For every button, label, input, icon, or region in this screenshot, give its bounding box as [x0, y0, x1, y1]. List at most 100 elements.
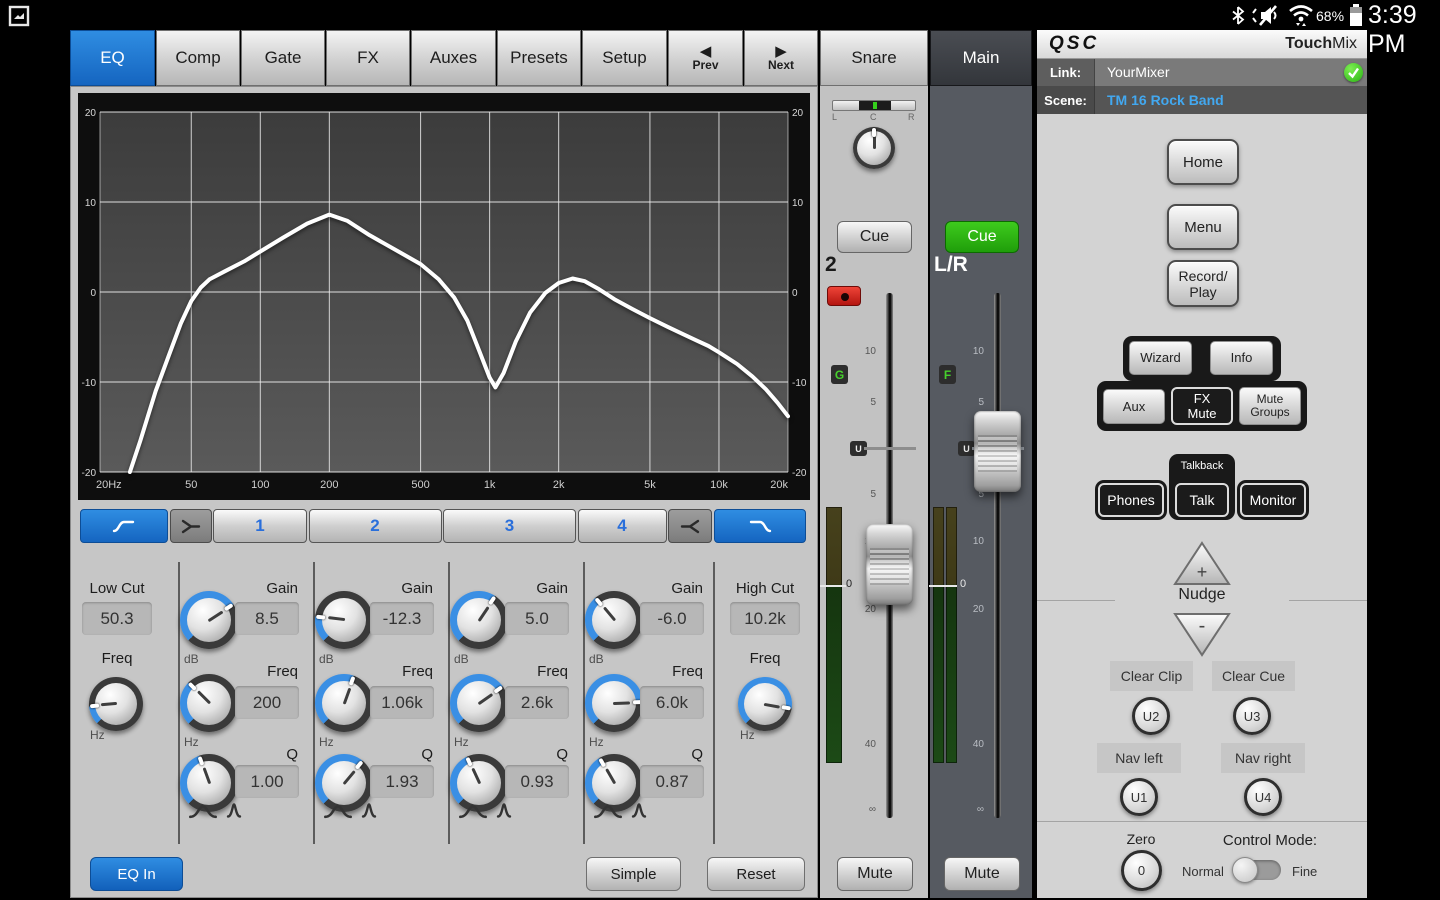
- clear-clip-button[interactable]: Clear Clip: [1110, 661, 1193, 691]
- band-select-low-cut[interactable]: [80, 509, 168, 543]
- band-1-gain-value[interactable]: 8.5: [235, 602, 299, 635]
- band-2-gain-knob[interactable]: [315, 591, 373, 649]
- tab-next[interactable]: ▶Next: [744, 30, 818, 86]
- low-cut-freq-knob[interactable]: [89, 677, 143, 731]
- band-3-freq-value[interactable]: 2.6k: [505, 686, 569, 719]
- user-button-u3[interactable]: U3: [1233, 697, 1271, 735]
- main-meter-left: [933, 507, 944, 763]
- control-mode-toggle[interactable]: [1235, 860, 1281, 880]
- svg-text:500: 500: [411, 479, 429, 491]
- tab-main[interactable]: Main: [930, 30, 1032, 86]
- user-button-u4[interactable]: U4: [1244, 778, 1282, 816]
- main-fader-track[interactable]: [994, 293, 1001, 818]
- wizard-button[interactable]: Wizard: [1129, 341, 1192, 375]
- band-3-q-value[interactable]: 0.93: [505, 765, 569, 798]
- info-button[interactable]: Info: [1210, 341, 1273, 375]
- user-button-u1[interactable]: U1: [1120, 778, 1158, 816]
- knob-label: Hz: [90, 728, 105, 742]
- zero-button[interactable]: 0: [1121, 850, 1162, 891]
- band-1-freq-knob[interactable]: [180, 674, 238, 732]
- tab-label: Auxes: [430, 48, 477, 68]
- main-cue-button[interactable]: Cue: [945, 221, 1019, 253]
- band-4-q-value[interactable]: 0.87: [640, 765, 704, 798]
- simple-label: Simple: [611, 866, 657, 883]
- aux-button[interactable]: Aux: [1103, 389, 1165, 424]
- band-2-q-value[interactable]: 1.93: [370, 765, 434, 798]
- band-select-high-shelf[interactable]: [668, 509, 712, 543]
- phones-button[interactable]: Phones: [1098, 483, 1164, 517]
- nav-left-button[interactable]: Nav left: [1097, 743, 1181, 773]
- bell-narrow-icon: [361, 802, 377, 820]
- eq-in-label: EQ In: [117, 866, 155, 883]
- monitor-label: Monitor: [1250, 493, 1297, 508]
- touchmix-app: 68% 3:39 PM EQCompGateFXAuxesPresetsSetu…: [0, 0, 1440, 900]
- clear-cue-button[interactable]: Clear Cue: [1212, 661, 1295, 691]
- band-2-gain-value[interactable]: -12.3: [370, 602, 434, 635]
- knob-label: Q: [252, 746, 298, 763]
- band-3-freq-knob[interactable]: [450, 674, 508, 732]
- band-select-high-cut[interactable]: [714, 509, 806, 543]
- channel-cue-button[interactable]: Cue: [837, 221, 912, 253]
- main-scale-label: 10: [958, 346, 984, 357]
- band-1-gain-knob[interactable]: [180, 591, 238, 649]
- band-3-gain-value[interactable]: 5.0: [505, 602, 569, 635]
- record-arm-button[interactable]: [827, 286, 861, 306]
- user-button-u2[interactable]: U2: [1132, 697, 1170, 735]
- record-play-button[interactable]: Record/Play: [1167, 260, 1239, 307]
- band-select-band-4[interactable]: 4: [578, 509, 667, 543]
- channel-scale-label: 5: [850, 489, 876, 500]
- bell-narrow-icon: [226, 802, 242, 820]
- knob-label: Hz: [454, 735, 469, 749]
- tab-prev[interactable]: ◀Prev: [668, 30, 743, 86]
- pan-knob[interactable]: [853, 127, 895, 169]
- main-mute-button[interactable]: Mute: [944, 857, 1020, 891]
- band-4-freq-value[interactable]: 6.0k: [640, 686, 704, 719]
- reset-button[interactable]: Reset: [707, 857, 805, 891]
- band-1-q-value[interactable]: 1.00: [235, 765, 299, 798]
- tab-gate[interactable]: Gate: [241, 30, 325, 86]
- talk-button[interactable]: Talk: [1175, 483, 1229, 517]
- band-4-gain-value[interactable]: -6.0: [640, 602, 704, 635]
- band-select-band-3[interactable]: 3: [443, 509, 576, 543]
- nudge-up-button[interactable]: +: [1172, 540, 1232, 588]
- nudge-down-button[interactable]: -: [1172, 610, 1232, 658]
- band-1-freq-value[interactable]: 200: [235, 686, 299, 719]
- channel-meter-zero-tick: [820, 585, 846, 587]
- mute-groups-button[interactable]: MuteGroups: [1239, 387, 1301, 425]
- simple-button[interactable]: Simple: [586, 857, 681, 891]
- low-cut-freq-value[interactable]: 50.3: [82, 602, 152, 635]
- pan-slider[interactable]: [832, 100, 916, 111]
- band-4-gain-knob[interactable]: [585, 591, 643, 649]
- band-select-low-shelf[interactable]: [170, 509, 212, 543]
- tab-presets[interactable]: Presets: [497, 30, 581, 86]
- main-fader-cap[interactable]: [974, 411, 1021, 492]
- column-divider: [713, 562, 715, 844]
- tab-fx[interactable]: FX: [326, 30, 410, 86]
- band-select-band-1[interactable]: 1: [213, 509, 307, 543]
- scene-row[interactable]: Scene: TM 16 Rock Band: [1037, 86, 1367, 114]
- band-2-freq-knob[interactable]: [315, 674, 373, 732]
- fx-mute-button[interactable]: FXMute: [1171, 387, 1233, 425]
- channel-tab-label: Snare: [851, 48, 896, 68]
- band-2-freq-value[interactable]: 1.06k: [370, 686, 434, 719]
- nav-right-button[interactable]: Nav right: [1221, 743, 1305, 773]
- eq-in-button[interactable]: EQ In: [90, 857, 183, 891]
- tab-comp[interactable]: Comp: [156, 30, 240, 86]
- home-button[interactable]: Home: [1167, 139, 1239, 185]
- tab-channel[interactable]: Snare: [820, 30, 928, 86]
- tab-setup[interactable]: Setup: [582, 30, 667, 86]
- tab-auxes[interactable]: Auxes: [411, 30, 496, 86]
- channel-mute-button[interactable]: Mute: [837, 857, 913, 891]
- eq-frequency-response-graph[interactable]: 2020101000-10-10-20-2020Hz501002005001k2…: [78, 93, 810, 500]
- svg-text:20Hz: 20Hz: [96, 479, 122, 491]
- band-3-gain-knob[interactable]: [450, 591, 508, 649]
- channel-fader-cap[interactable]: [866, 524, 913, 605]
- tab-eq[interactable]: EQ: [70, 30, 155, 86]
- band-select-band-2[interactable]: 2: [309, 509, 442, 543]
- product-name-light: Mix: [1332, 35, 1357, 52]
- menu-button[interactable]: Menu: [1167, 204, 1239, 250]
- high-cut-freq-knob[interactable]: [738, 677, 792, 731]
- monitor-button[interactable]: Monitor: [1240, 483, 1306, 517]
- band-4-freq-knob[interactable]: [585, 674, 643, 732]
- high-cut-freq-value[interactable]: 10.2k: [730, 602, 800, 635]
